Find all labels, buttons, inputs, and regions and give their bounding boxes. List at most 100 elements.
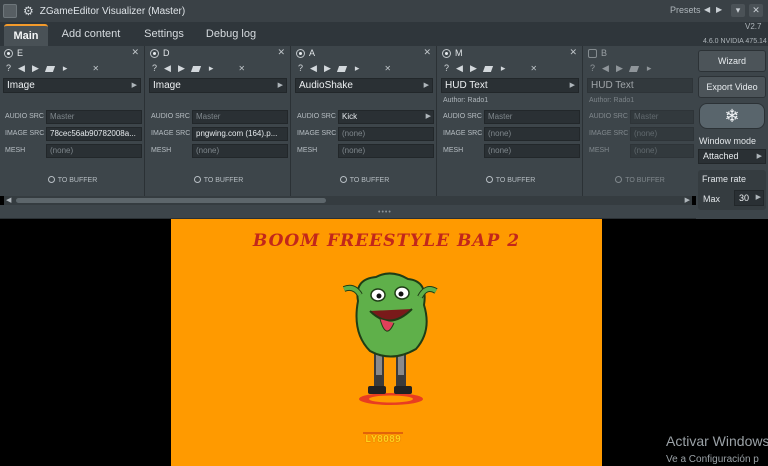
effect-type-select[interactable]: Image ▶ [149,78,287,93]
mesh-field[interactable]: (none) [46,144,142,158]
presets-label[interactable]: Presets [670,5,701,15]
to-buffer-toggle[interactable]: TO BUFFER [292,176,437,184]
remove-icon[interactable]: ✕ [92,64,99,73]
preset-next-icon[interactable]: ▶ [716,5,722,14]
to-buffer-label: TO BUFFER [349,177,390,184]
audio-src-field[interactable]: Master [630,110,694,124]
move-right-icon[interactable]: ▶ [324,63,331,74]
image-src-field[interactable]: 78cec56ab90782008a... [46,127,142,141]
effect-type-select[interactable]: AudioShake ▶ [295,78,433,93]
close-icon[interactable]: ✕ [423,47,431,58]
remove-icon[interactable]: ✕ [238,64,245,73]
layer-header: B [584,46,696,60]
buffer-radio[interactable] [485,176,493,183]
mesh-field[interactable]: (none) [192,144,288,158]
preset-prev-icon[interactable]: ◀ [704,5,710,14]
layer-stack-icon[interactable] [46,64,56,73]
tab-debug-log[interactable]: Debug log [196,24,266,46]
layer-enable-radio[interactable] [442,48,451,58]
close-icon[interactable]: ✕ [277,47,285,58]
app-icon[interactable] [3,4,17,18]
remove-icon[interactable]: ✕ [384,64,391,73]
mesh-field[interactable]: (none) [484,144,580,158]
to-buffer-toggle[interactable]: TO BUFFER [0,176,145,184]
layers-scrollbar[interactable]: ◀ ▶ [4,196,692,205]
layer-enable-radio[interactable] [296,48,305,58]
audio-src-field[interactable]: Master [46,110,142,124]
audio-src-field[interactable]: Kick ▶ [338,110,434,124]
move-left-icon[interactable]: ◀ [18,63,25,74]
arrow-right-icon[interactable]: ▸ [63,63,68,74]
layer-stack-icon[interactable] [338,64,348,73]
image-src-field[interactable]: (none) [338,127,434,141]
mesh-label: MESH [297,147,318,154]
help-icon[interactable]: ? [590,63,595,73]
preview-canvas: BOOM FREESTYLE BAP 2 LY8089 [171,219,602,466]
close-icon[interactable]: ✕ [131,47,139,58]
move-right-icon[interactable]: ▶ [32,63,39,74]
to-buffer-toggle[interactable]: TO BUFFER [146,176,291,184]
close-icon[interactable]: ✕ [749,4,763,17]
image-src-field[interactable]: pngwing.com (164).p... [192,127,288,141]
audio-src-value: Kick [342,112,358,121]
layer-stack-icon[interactable] [192,64,202,73]
to-buffer-toggle[interactable]: TO BUFFER [438,176,583,184]
arrow-right-icon[interactable]: ▸ [209,63,214,74]
snowflake-icon[interactable]: ❄ [699,103,765,129]
move-right-icon[interactable]: ▶ [616,63,623,74]
image-src-label: IMAGE SRC [443,130,483,137]
layer-enable-checkbox[interactable] [588,48,597,58]
tab-settings[interactable]: Settings [136,24,192,46]
arrow-right-icon[interactable]: ▸ [355,63,360,74]
audio-src-field[interactable]: Master [192,110,288,124]
scrollbar-thumb[interactable] [16,198,326,203]
brand-logo: LY8089 [363,432,403,450]
buffer-radio[interactable] [193,176,201,183]
layer-stack-icon[interactable] [484,64,494,73]
frame-rate-mode[interactable]: Max [703,194,720,204]
move-left-icon[interactable]: ◀ [310,63,317,74]
audio-src-label: AUDIO SRC [589,113,628,120]
mesh-field[interactable]: (none) [338,144,434,158]
options-button[interactable]: ▾ [731,4,745,17]
move-left-icon[interactable]: ◀ [164,63,171,74]
window-mode-select[interactable]: Attached ▶ [698,149,766,164]
buffer-radio[interactable] [615,176,623,183]
arrow-right-icon[interactable]: ▸ [501,63,506,74]
audio-src-field[interactable]: Master [484,110,580,124]
to-buffer-toggle[interactable]: TO BUFFER [584,176,696,184]
wizard-button[interactable]: Wizard [698,50,766,72]
gear-icon[interactable]: ⚙ [23,4,34,18]
scroll-left-icon[interactable]: ◀ [6,196,11,204]
tab-main[interactable]: Main [4,24,48,46]
help-icon[interactable]: ? [444,63,449,73]
image-src-field[interactable]: (none) [630,127,694,141]
layer-enable-radio[interactable] [150,48,159,58]
effect-type-select[interactable]: Image ▶ [3,78,141,93]
tab-add-content[interactable]: Add content [52,24,130,46]
layer-enable-radio[interactable] [4,48,13,58]
move-right-icon[interactable]: ▶ [178,63,185,74]
remove-icon[interactable]: ✕ [530,64,537,73]
help-icon[interactable]: ? [152,63,157,73]
close-icon[interactable]: ✕ [569,47,577,58]
scroll-right-icon[interactable]: ▶ [685,196,690,204]
effect-type-select[interactable]: HUD Text [587,78,693,93]
image-src-field[interactable]: (none) [484,127,580,141]
panel-splitter[interactable]: •••• [0,205,768,219]
mesh-field[interactable]: (none) [630,144,694,158]
move-left-icon[interactable]: ◀ [456,63,463,74]
chevron-right-icon: ▶ [569,82,575,89]
frame-rate-select[interactable]: 30 ▶ [734,190,764,206]
buffer-radio[interactable] [47,176,55,183]
arrow-right-icon[interactable]: ▸ [647,63,652,74]
effect-type-select[interactable]: HUD Text ▶ [441,78,579,93]
layer-stack-icon[interactable] [630,64,640,73]
move-left-icon[interactable]: ◀ [602,63,609,74]
move-right-icon[interactable]: ▶ [470,63,477,74]
export-video-button[interactable]: Export Video [698,76,766,98]
help-icon[interactable]: ? [298,63,303,73]
buffer-radio[interactable] [339,176,347,183]
splitter-grip-icon[interactable]: •••• [378,209,392,216]
help-icon[interactable]: ? [6,63,11,73]
